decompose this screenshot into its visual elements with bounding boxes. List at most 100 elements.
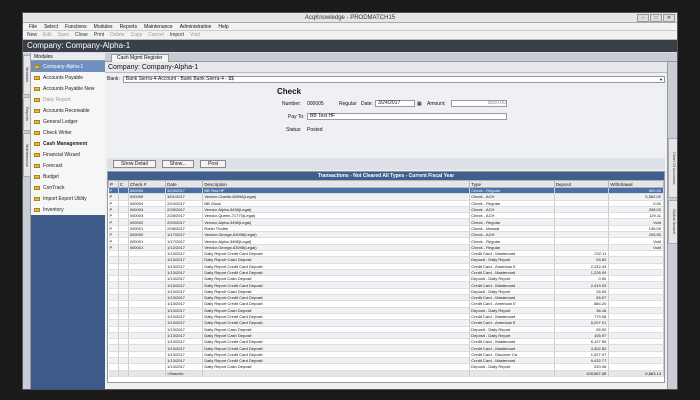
menu-file[interactable]: File	[29, 23, 37, 30]
menu-select[interactable]: Select	[44, 23, 58, 30]
date-label: Date:	[361, 101, 373, 107]
module-item[interactable]: Import Export Utility	[31, 193, 105, 204]
module-item-label: Check Writer	[43, 129, 72, 136]
right-vertical-tabs: Chart Of Accounts Global Search	[667, 62, 677, 389]
number-value: 000005	[307, 101, 324, 107]
application-window: AcqKnowledge - PRODMATCH15 – □ ✕ File Se…	[22, 12, 678, 390]
amount-label: Amount:	[427, 101, 446, 107]
module-item-label: Accounts Receivable	[43, 107, 90, 114]
menu-maintenance[interactable]: Maintenance	[144, 23, 173, 30]
module-item-label: Accounts Payable	[43, 74, 84, 81]
folder-icon	[34, 97, 40, 102]
toolbar: New Edit Save Close Print Delete Copy Ca…	[23, 31, 677, 40]
module-item-label: Import Export Utility	[43, 195, 87, 202]
print-button[interactable]: Print	[94, 31, 104, 39]
delete-button[interactable]: Delete	[110, 31, 124, 39]
module-item[interactable]: Accounts Payable New	[31, 83, 105, 94]
module-item[interactable]: Budget	[31, 171, 105, 182]
date-field[interactable]: 3/24/2017	[375, 100, 415, 107]
modules-panel: Modules Company-Alpha-1 Accounts Payable A…	[31, 53, 105, 389]
close-window-button[interactable]: ✕	[663, 14, 675, 22]
maximize-button[interactable]: □	[650, 14, 662, 22]
module-item[interactable]: ConTrack	[31, 182, 105, 193]
workspace: Modules Reports Maintenance Modules Comp…	[23, 53, 677, 389]
col-header-description[interactable]: Description	[202, 180, 471, 188]
folder-icon	[34, 86, 40, 91]
menu-help[interactable]: Help	[218, 23, 228, 30]
folder-icon	[34, 207, 40, 212]
payto-label: Pay To:	[288, 114, 305, 120]
folder-icon	[34, 119, 40, 124]
module-item[interactable]: Check Writer	[31, 127, 105, 138]
menu-administration[interactable]: Administration	[180, 23, 212, 30]
search-cell[interactable]: <Search>	[165, 369, 204, 377]
show-button[interactable]: Show...	[161, 160, 195, 168]
module-item-label: Financial Wizard	[43, 151, 80, 158]
vtab-maintenance[interactable]: Maintenance	[23, 133, 31, 177]
vtab-reports[interactable]: Reports	[23, 97, 31, 131]
void-button[interactable]: Void	[190, 31, 200, 39]
minimize-button[interactable]: –	[637, 14, 649, 22]
module-item[interactable]: Forecast	[31, 160, 105, 171]
col-header-p[interactable]: P	[108, 180, 119, 188]
modules-header: Modules	[31, 53, 105, 61]
close-button[interactable]: Close	[75, 31, 88, 39]
cancel-button[interactable]: Cancel	[148, 31, 164, 39]
module-item[interactable]: Accounts Payable	[31, 72, 105, 83]
check-title: Check	[277, 87, 302, 96]
status-value: Posted	[307, 127, 323, 133]
module-item[interactable]: Financial Wizard	[31, 149, 105, 160]
cell-empty	[202, 369, 471, 377]
col-header-date[interactable]: Date	[165, 180, 204, 188]
vtab-modules[interactable]: Modules	[23, 55, 31, 95]
page-title: Company: Company-Alpha-1	[105, 62, 667, 73]
calendar-icon[interactable]: ▦	[417, 101, 422, 107]
show-detail-button[interactable]: Show Detail	[113, 160, 156, 168]
edit-button[interactable]: Edit	[43, 31, 52, 39]
cell-empty	[128, 369, 167, 377]
module-item-label: Cash Management	[43, 140, 88, 147]
payto-field[interactable]: BB Test HF	[307, 113, 507, 120]
module-item[interactable]: Cash Management	[31, 138, 105, 149]
tab-cash-mgmt-register[interactable]: Cash Mgmt Register	[111, 54, 169, 62]
col-header-check[interactable]: Check #	[127, 180, 167, 188]
module-item-label: Daily Report	[43, 96, 71, 103]
document-tab-bar: Cash Mgmt Register	[105, 53, 677, 62]
window-title: AcqKnowledge - PRODMATCH15	[304, 15, 396, 21]
col-header-withdrawal[interactable]: Withdrawal	[608, 180, 664, 188]
module-item[interactable]: Daily Report	[31, 94, 105, 105]
check-form: Check Number: 000005 Regular Date: 3/24/…	[107, 85, 665, 157]
vtab-global-search[interactable]: Global Search	[668, 200, 677, 244]
bank-select[interactable]: Bank Sierra-4-Account - Bank Bank Sierra…	[122, 75, 665, 83]
module-item-label: Inventory	[43, 206, 64, 213]
new-button[interactable]: New	[27, 31, 37, 39]
col-header-deposit[interactable]: Deposit	[553, 180, 610, 188]
bank-row: Bank: Bank Sierra-4-Account - Bank Bank …	[107, 75, 665, 83]
folder-icon	[34, 130, 40, 135]
total-deposit: 109,567.49	[554, 369, 610, 377]
module-item[interactable]: Inventory	[31, 204, 105, 215]
menu-modules[interactable]: Modules	[94, 23, 113, 30]
save-button[interactable]: Save	[58, 31, 69, 39]
menu-reports[interactable]: Reports	[120, 23, 138, 30]
col-header-c[interactable]: C	[117, 180, 129, 188]
company-header: Company: Company-Alpha-1	[23, 40, 677, 52]
folder-icon	[34, 141, 40, 146]
post-button[interactable]: Post	[200, 160, 227, 168]
menu-functions[interactable]: Functions	[65, 23, 87, 30]
cell-empty	[108, 369, 119, 377]
total-withdrawal: 6,863.13	[608, 369, 664, 377]
module-item[interactable]: General Ledger	[31, 116, 105, 127]
amount-field[interactable]: $500.00	[451, 100, 507, 107]
copy-button[interactable]: Copy	[131, 31, 143, 39]
module-item[interactable]: Accounts Receivable	[31, 105, 105, 116]
import-button[interactable]: Import	[170, 31, 184, 39]
folder-icon	[34, 75, 40, 80]
title-bar: AcqKnowledge - PRODMATCH15 – □ ✕	[23, 13, 677, 23]
check-type: Regular	[339, 101, 357, 107]
vtab-chart-of-accounts[interactable]: Chart Of Accounts	[668, 138, 677, 198]
module-item[interactable]: Company-Alpha-1	[31, 61, 105, 72]
module-item-label: Company-Alpha-1	[43, 63, 84, 70]
modules-list: Company-Alpha-1 Accounts Payable Accounts …	[31, 61, 105, 215]
col-header-type[interactable]: Type	[469, 180, 555, 188]
